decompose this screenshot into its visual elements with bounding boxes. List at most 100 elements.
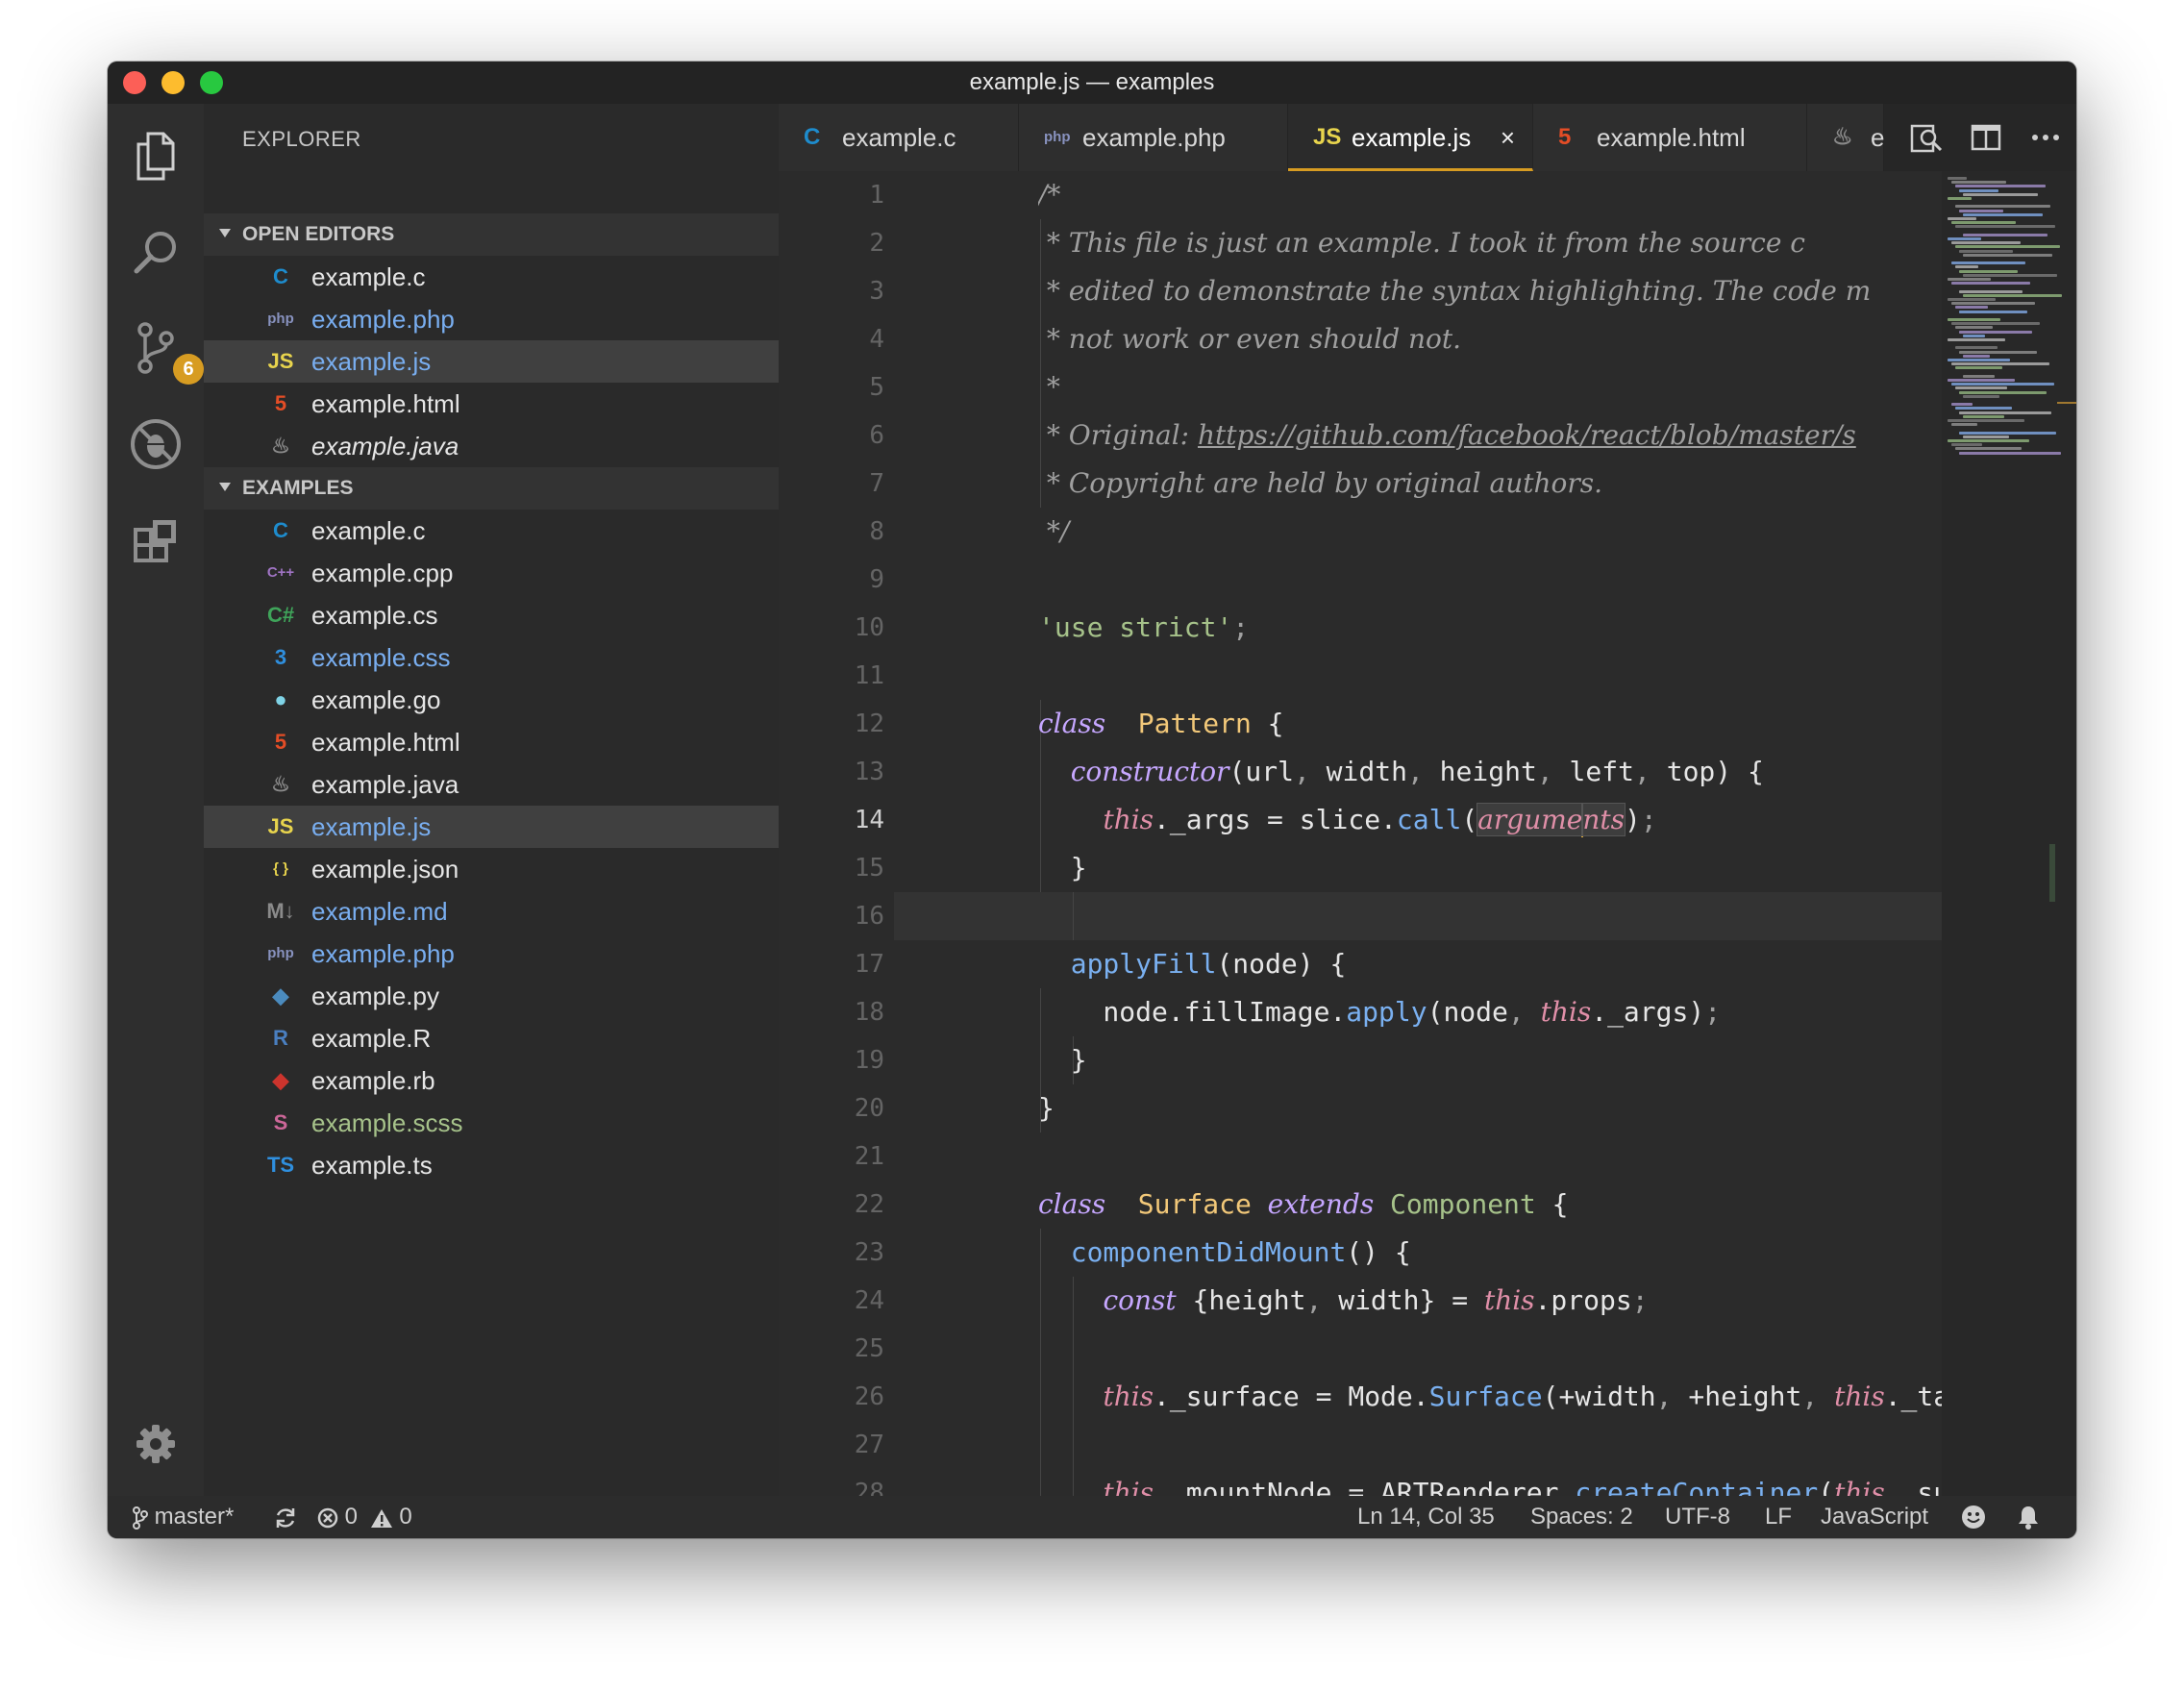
file-type-icon: ●	[274, 687, 287, 711]
code-line[interactable]: * not work or even should not.	[1038, 315, 1999, 363]
file-item-example-js[interactable]: JS example.js	[204, 340, 779, 383]
code-line[interactable]: * edited to demonstrate the syntax highl…	[1038, 267, 1999, 315]
tab-e[interactable]: ♨ e	[1807, 104, 1884, 171]
code-token: createContainer	[1575, 1477, 1819, 1496]
code-token: this	[1103, 1381, 1154, 1412]
code-line[interactable]: this._mountNode = ARTRenderer.createCont…	[1038, 1469, 1999, 1496]
more-actions-icon[interactable]	[2028, 120, 2063, 160]
close-tab-icon[interactable]: ×	[1501, 104, 1515, 171]
code-line[interactable]	[1038, 892, 1999, 940]
code-token: constructor	[1070, 756, 1229, 787]
code-token: +height	[1672, 1381, 1802, 1412]
tab-example-js[interactable]: JS example.js ×	[1288, 104, 1533, 171]
minimap-line	[1951, 282, 2030, 286]
code-line[interactable]: 'use strict';	[1038, 604, 1999, 652]
file-item-example-r[interactable]: Rexample.R	[204, 1017, 779, 1059]
code-token: Surface	[1137, 1188, 1252, 1220]
tab-label: example.html	[1597, 123, 1746, 152]
code-line[interactable]	[1038, 556, 1999, 604]
indentation[interactable]: Spaces: 2	[1530, 1496, 1633, 1538]
debug-icon[interactable]	[127, 415, 185, 473]
feedback-smiley-icon[interactable]	[1961, 1505, 1986, 1530]
code-line[interactable]: node.fillImage.apply(node, this._args);	[1038, 988, 1999, 1036]
file-item-example-java[interactable]: ♨ example.java	[204, 425, 779, 467]
file-item-example-json[interactable]: { } example.json	[204, 848, 779, 890]
minimap-line	[1955, 265, 1978, 269]
file-item-example-scss[interactable]: Sexample.scss	[204, 1102, 779, 1144]
code-token: this	[1103, 1477, 1154, 1496]
code-line[interactable]: class Surface extends Component {	[1038, 1181, 1999, 1229]
gear-icon[interactable]	[127, 1415, 185, 1473]
code-line[interactable]: }	[1038, 1084, 1999, 1132]
file-type-icon: 3	[274, 645, 287, 669]
code-line[interactable]	[1038, 1132, 1999, 1181]
file-item-example-js[interactable]: JS example.js	[204, 806, 779, 848]
cursor-position[interactable]: Ln 14, Col 35	[1357, 1496, 1495, 1538]
minimap[interactable]	[1942, 171, 2076, 1496]
explorer-icon[interactable]	[127, 127, 185, 185]
code-line[interactable]: componentDidMount() {	[1038, 1229, 1999, 1277]
code-line[interactable]: * Original: https://github.com/facebook/…	[1038, 411, 1999, 460]
file-item-example-css[interactable]: 3 example.css	[204, 636, 779, 679]
language-mode[interactable]: JavaScript	[1821, 1496, 1928, 1538]
file-item-example-c[interactable]: Cexample.c	[204, 256, 779, 298]
file-item-example-html[interactable]: 5 example.html	[204, 383, 779, 425]
warning-icon	[370, 1508, 392, 1528]
code-line[interactable]: applyFill(node) {	[1038, 940, 1999, 988]
file-item-example-php[interactable]: php example.php	[204, 933, 779, 975]
file-item-example-ts[interactable]: TS example.ts	[204, 1144, 779, 1186]
split-editor-icon[interactable]	[1969, 120, 2003, 160]
file-item-example-py[interactable]: ◆ example.py	[204, 975, 779, 1017]
branch-indicator[interactable]: master*	[133, 1496, 234, 1538]
code-token: ,	[1305, 1284, 1323, 1316]
extensions-icon[interactable]	[127, 511, 185, 569]
file-item-example-cpp[interactable]: C++ example.cpp	[204, 552, 779, 594]
examples-header[interactable]: EXAMPLES	[204, 467, 779, 510]
code-line[interactable]: * This file is just an example. I took i…	[1038, 219, 1999, 267]
code-line[interactable]: const {height, width} = this.props;	[1038, 1277, 1999, 1325]
code-line[interactable]: /*	[1038, 171, 1999, 219]
code-line[interactable]	[1038, 652, 1999, 700]
code-token: Surface	[1428, 1381, 1543, 1412]
encoding[interactable]: UTF-8	[1665, 1496, 1730, 1538]
code-token: apply	[1346, 996, 1427, 1028]
code-token: Component	[1390, 1188, 1536, 1220]
search-icon[interactable]	[127, 223, 185, 281]
sync-icon[interactable]	[273, 1496, 298, 1538]
tab-example-php[interactable]: php example.php	[1019, 104, 1288, 171]
notifications-bell-icon[interactable]	[2017, 1505, 2040, 1530]
tab-example-c[interactable]: Cexample.c	[779, 104, 1019, 171]
code-line[interactable]: }	[1038, 844, 1999, 892]
code-line[interactable]: this._surface = Mode.Surface(+width, +he…	[1038, 1373, 1999, 1421]
source-control-icon[interactable]: 6	[127, 319, 204, 385]
code-editor[interactable]: 1 /* 2 * This file is just an example. I t…	[779, 171, 2076, 1496]
line-number: 19	[854, 1046, 884, 1075]
code-line[interactable]: }	[1038, 1036, 1999, 1084]
code-line[interactable]: */	[1038, 508, 1999, 556]
open-preview-icon[interactable]	[1909, 120, 1944, 160]
problems-indicator[interactable]: 0 0	[317, 1496, 412, 1538]
file-item-example-php[interactable]: php example.php	[204, 298, 779, 340]
code-line[interactable]: constructor(url, width, height, left, to…	[1038, 748, 1999, 796]
line-number: 6	[869, 421, 884, 450]
code-line[interactable]	[1038, 1325, 1999, 1373]
end-of-line[interactable]: LF	[1765, 1496, 1792, 1538]
minimap-line	[1948, 177, 1967, 180]
code-line[interactable]: *	[1038, 363, 1999, 411]
code-line[interactable]: * Copyright are held by original authors…	[1038, 460, 1999, 508]
code-line[interactable]: class Pattern {	[1038, 700, 1999, 748]
code-line[interactable]: this._args = slice.call(arguments);	[1038, 796, 1999, 844]
file-item-example-c[interactable]: Cexample.c	[204, 510, 779, 552]
file-item-example-rb[interactable]: ◆ example.rb	[204, 1059, 779, 1102]
tab-example-html[interactable]: 5 example.html	[1533, 104, 1807, 171]
file-item-example-java[interactable]: ♨ example.java	[204, 763, 779, 806]
code-line[interactable]	[1038, 1421, 1999, 1469]
line-number: 24	[854, 1286, 884, 1315]
file-item-example-go[interactable]: ● example.go	[204, 679, 779, 721]
file-item-example-md[interactable]: M↓ example.md	[204, 890, 779, 933]
file-item-example-cs[interactable]: C# example.cs	[204, 594, 779, 636]
file-item-example-html[interactable]: 5 example.html	[204, 721, 779, 763]
open-editors-header[interactable]: OPEN EDITORS	[204, 213, 779, 256]
minimap-line	[1963, 394, 1999, 398]
